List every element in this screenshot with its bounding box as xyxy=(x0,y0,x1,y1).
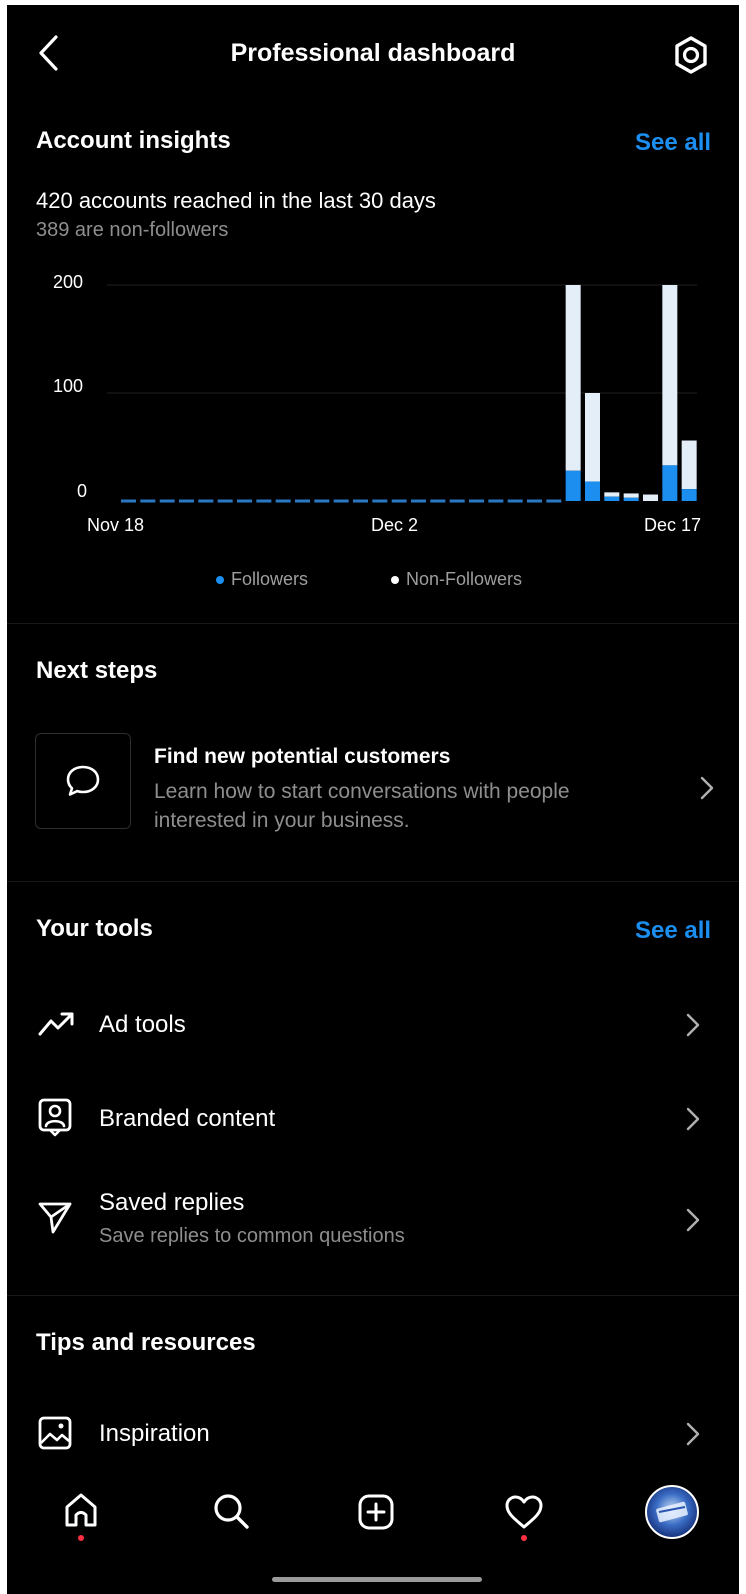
legend-non-followers: Non-Followers xyxy=(391,569,522,590)
bar-followers-Dec 14 xyxy=(623,497,639,501)
bar-non-followers-Dec 16 xyxy=(662,285,678,466)
trending-up-icon xyxy=(38,1012,74,1036)
bar-followers-Dec 12 xyxy=(585,481,600,501)
bar-zero-Dec 2 xyxy=(391,499,407,503)
profile-avatar[interactable] xyxy=(645,1485,699,1539)
bar-followers-Dec 16 xyxy=(662,465,678,501)
x-tick-dec-17: Dec 17 xyxy=(644,515,702,535)
bar-non-followers-Dec 14 xyxy=(623,493,639,498)
section-divider xyxy=(7,1295,739,1296)
y-tick-0: 0 xyxy=(77,481,88,501)
non-followers-legend-dot xyxy=(391,575,399,584)
account-insights-title: Account insights xyxy=(36,127,231,154)
home-notification-dot xyxy=(78,1535,84,1541)
home-indicator xyxy=(272,1577,482,1582)
bar-zero-Nov 19 xyxy=(140,499,156,503)
bar-zero-Dec 10 xyxy=(546,499,562,503)
bar-zero-Nov 25 xyxy=(256,499,272,503)
resource-item-inspiration[interactable]: Inspiration xyxy=(7,1395,739,1469)
professional-dashboard-screen: Professional dashboard Account insights … xyxy=(7,5,739,1594)
tool-label: Ad tools xyxy=(99,1011,186,1038)
accounts-reached-text: 420 accounts reached in the last 30 days xyxy=(36,188,436,213)
page-title: Professional dashboard xyxy=(230,39,516,67)
followers-legend-label: Followers xyxy=(231,569,309,589)
bottom-navigation-bar xyxy=(7,1473,739,1594)
chevron-right-icon xyxy=(686,1208,700,1232)
bar-non-followers-Dec 11 xyxy=(565,285,581,471)
y-tick-100: 100 xyxy=(53,376,84,396)
card-icon-box xyxy=(35,733,131,829)
your-tools-see-all-link[interactable]: See all xyxy=(635,917,711,945)
bar-zero-Dec 3 xyxy=(411,499,426,503)
legend-followers: Followers xyxy=(216,569,308,590)
bar-non-followers-Dec 12 xyxy=(585,393,600,482)
bar-non-followers-Dec 17 xyxy=(681,440,697,490)
bar-non-followers-Dec 13 xyxy=(604,492,620,497)
card-title: Find new potential customers xyxy=(154,745,451,768)
chevron-right-icon xyxy=(700,776,714,800)
tool-item-branded-content[interactable]: Branded content xyxy=(7,1077,739,1157)
bar-followers-Dec 17 xyxy=(681,489,697,501)
next-steps-title: Next steps xyxy=(36,657,158,684)
tool-item-ad-tools[interactable]: Ad tools xyxy=(7,983,739,1063)
your-tools-title: Your tools xyxy=(36,915,153,942)
bar-zero-Dec 4 xyxy=(430,499,446,503)
chevron-right-icon xyxy=(686,1107,700,1131)
card-description-line2: interested in your business. xyxy=(154,809,410,832)
bar-zero-Nov 28 xyxy=(314,499,330,503)
bar-followers-Dec 11 xyxy=(565,470,581,501)
bar-zero-Nov 22 xyxy=(198,499,214,503)
tool-label: Branded content xyxy=(99,1105,276,1132)
x-tick-nov-18: Nov 18 xyxy=(87,515,145,535)
bar-zero-Dec 5 xyxy=(449,499,465,503)
bar-zero-Dec 6 xyxy=(469,499,484,503)
section-divider xyxy=(7,881,739,882)
bar-zero-Nov 24 xyxy=(237,499,252,503)
home-icon[interactable] xyxy=(63,1491,99,1529)
bar-non-followers-Dec 15 xyxy=(643,494,658,501)
search-icon[interactable] xyxy=(211,1491,251,1531)
chevron-right-icon xyxy=(686,1013,700,1037)
bar-zero-Nov 29 xyxy=(333,499,349,503)
bar-zero-Nov 30 xyxy=(353,499,368,503)
tool-subtitle: Save replies to common questions xyxy=(99,1225,405,1247)
card-description-line1: Learn how to start conversations with pe… xyxy=(154,780,570,803)
bar-zero-Nov 23 xyxy=(217,499,233,503)
chat-bubble-icon xyxy=(66,765,100,796)
followers-legend-dot xyxy=(216,575,224,584)
bar-zero-Dec 1 xyxy=(372,499,388,503)
activity-notification-dot xyxy=(521,1535,527,1541)
bar-zero-Dec 8 xyxy=(507,499,523,503)
settings-gear-icon[interactable] xyxy=(671,35,711,75)
bar-zero-Dec 9 xyxy=(527,499,542,503)
tool-item-saved-replies[interactable]: Saved replies Save replies to common que… xyxy=(7,1169,739,1265)
chevron-right-icon xyxy=(686,1422,700,1446)
bar-followers-Dec 13 xyxy=(604,496,620,501)
image-icon xyxy=(38,1416,72,1450)
bar-zero-Nov 27 xyxy=(295,499,310,503)
non-followers-text: 389 are non-followers xyxy=(36,219,229,241)
activity-heart-icon[interactable] xyxy=(503,1493,545,1531)
x-tick-dec-2: Dec 2 xyxy=(371,515,419,535)
find-customers-card[interactable]: Find new potential customers Learn how t… xyxy=(7,715,739,849)
account-insights-see-all-link[interactable]: See all xyxy=(635,129,711,157)
bar-zero-Nov 26 xyxy=(275,499,291,503)
resource-label: Inspiration xyxy=(99,1420,210,1447)
y-tick-200: 200 xyxy=(53,272,84,292)
bar-zero-Nov 21 xyxy=(179,499,194,503)
bar-zero-Nov 18 xyxy=(121,499,136,503)
reach-bar-chart xyxy=(107,284,697,503)
section-divider xyxy=(7,623,739,624)
tips-resources-title: Tips and resources xyxy=(36,1329,256,1356)
person-badge-icon xyxy=(38,1098,72,1137)
send-icon xyxy=(38,1202,72,1234)
bar-zero-Dec 7 xyxy=(488,499,504,503)
non-followers-legend-label: Non-Followers xyxy=(406,569,523,589)
tool-label: Saved replies xyxy=(99,1189,245,1216)
bar-zero-Nov 20 xyxy=(159,499,175,503)
create-icon[interactable] xyxy=(357,1493,395,1531)
